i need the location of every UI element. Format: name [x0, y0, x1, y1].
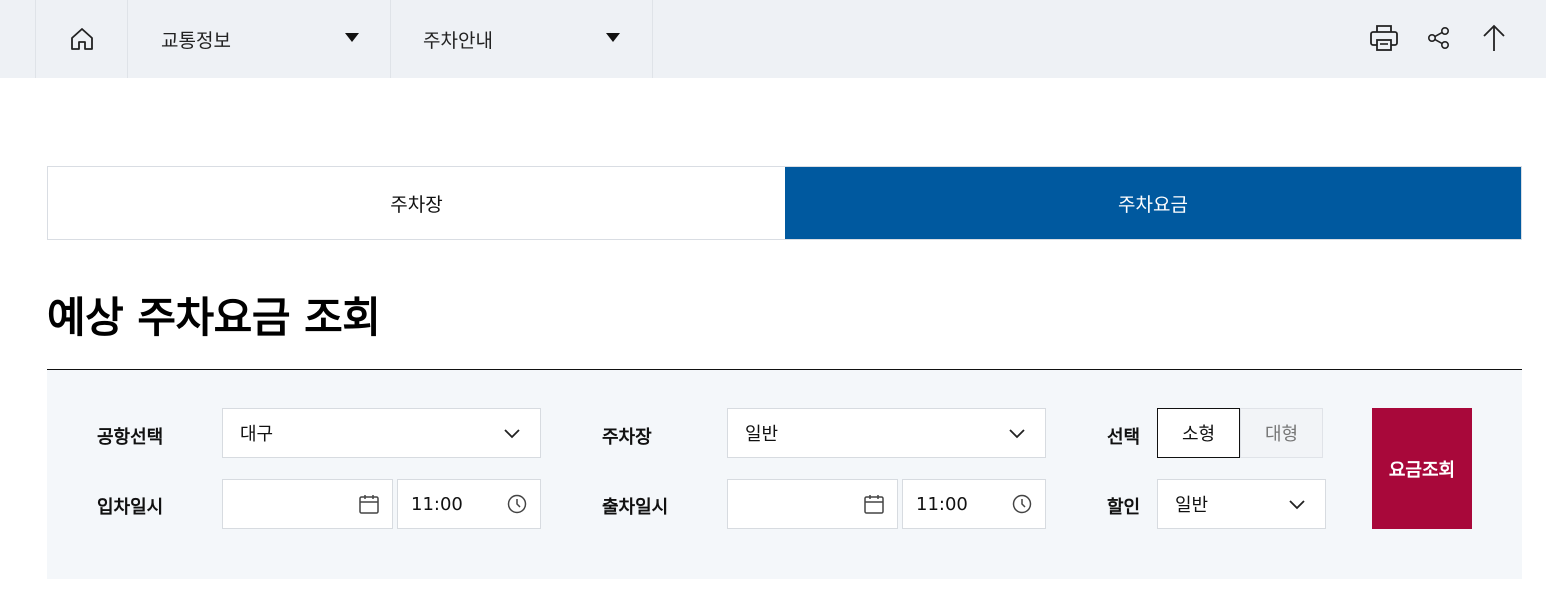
arrow-up-icon: [1483, 24, 1505, 51]
tab-parking-fee[interactable]: 주차요금: [785, 167, 1521, 239]
home-button[interactable]: [35, 0, 128, 78]
chevron-down-icon: [1009, 429, 1025, 439]
parking-lot-select[interactable]: 일반: [727, 408, 1046, 458]
menu-select-parking-guide[interactable]: 주차안내: [390, 0, 653, 78]
page-title: 예상 주차요금 조회: [47, 293, 381, 342]
fee-search-button[interactable]: 요금조회: [1372, 408, 1472, 529]
share-icon: [1427, 26, 1450, 49]
discount-label: 할인: [1107, 497, 1141, 518]
chevron-down-icon: [504, 429, 520, 439]
calendar-icon: [359, 495, 379, 514]
print-icon: [1370, 25, 1398, 51]
entry-datetime-label: 입차일시: [97, 497, 164, 518]
caret-down-icon: [606, 33, 620, 42]
scroll-top-button[interactable]: [1476, 20, 1512, 56]
entry-date-input[interactable]: [222, 479, 393, 529]
calendar-icon: [864, 495, 884, 514]
airport-select-value: 대구: [240, 424, 274, 445]
menu-select-label: 주차안내: [423, 29, 493, 52]
vehicle-small-button[interactable]: 소형: [1157, 408, 1240, 458]
tab-list: 주차장 주차요금: [47, 166, 1522, 240]
exit-datetime-label: 출차일시: [602, 497, 669, 518]
chevron-down-icon: [1289, 500, 1305, 510]
clock-icon: [507, 494, 527, 514]
parking-lot-select-value: 일반: [745, 424, 779, 445]
menu-select-traffic-info[interactable]: 교통정보: [127, 0, 391, 78]
discount-select[interactable]: 일반: [1157, 479, 1326, 529]
airport-label: 공항선택: [97, 427, 164, 448]
exit-date-input[interactable]: [727, 479, 898, 529]
vehicle-large-button[interactable]: 대형: [1240, 408, 1323, 458]
entry-time-value: 11:00: [411, 493, 463, 515]
caret-down-icon: [345, 33, 359, 42]
print-button[interactable]: [1366, 20, 1402, 56]
tab-parking[interactable]: 주차장: [48, 167, 785, 239]
discount-select-value: 일반: [1175, 495, 1209, 516]
top-navigation-bar: 교통정보 주차안내: [0, 0, 1546, 78]
fee-search-form: 공항선택 대구 주차장 일반 선택 소형 대형 입차일시 11:00 출차일시: [47, 370, 1522, 579]
parking-lot-label: 주차장: [602, 427, 652, 448]
entry-time-input[interactable]: 11:00: [397, 479, 541, 529]
share-button[interactable]: [1421, 20, 1457, 56]
menu-select-label: 교통정보: [161, 29, 231, 52]
home-icon: [71, 28, 93, 50]
exit-time-input[interactable]: 11:00: [902, 479, 1046, 529]
vehicle-type-label: 선택: [1107, 427, 1141, 448]
airport-select[interactable]: 대구: [222, 408, 541, 458]
clock-icon: [1012, 494, 1032, 514]
exit-time-value: 11:00: [916, 493, 968, 515]
